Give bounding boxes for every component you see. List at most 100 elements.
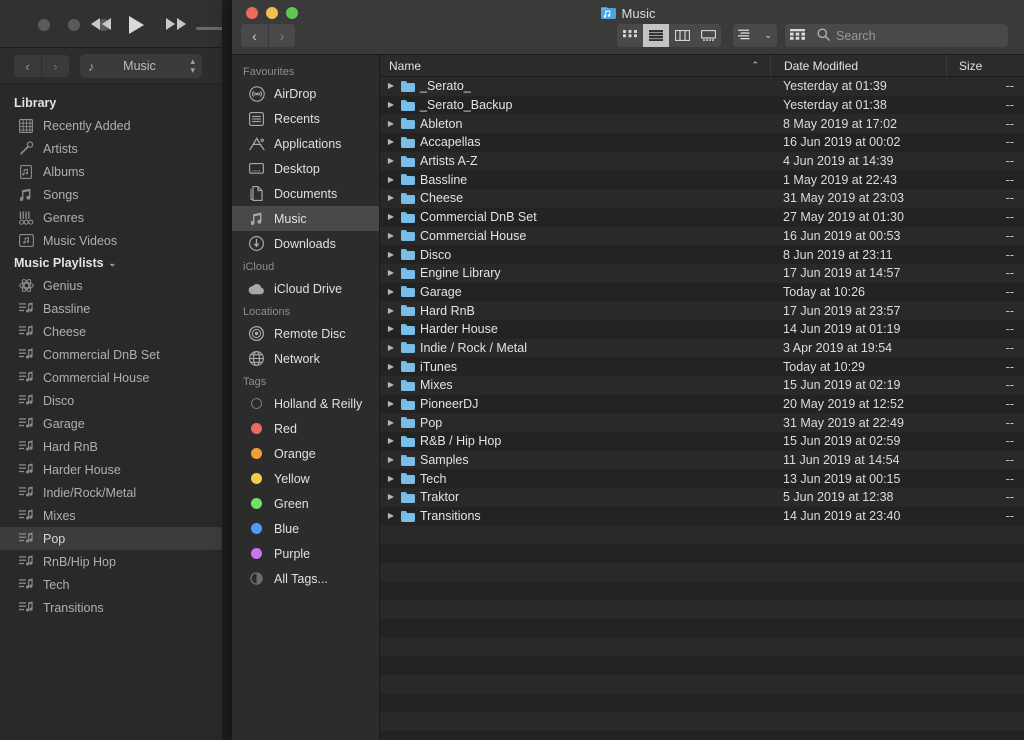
volume-slider[interactable]	[196, 27, 222, 30]
music-sidebar-item-disco[interactable]: Disco	[0, 389, 222, 412]
music-back-button[interactable]: ‹	[14, 55, 41, 77]
music-sidebar-item-genius[interactable]: Genius	[0, 274, 222, 297]
music-sidebar-item-songs[interactable]: Songs	[0, 183, 222, 206]
disclosure-triangle-icon[interactable]: ▶	[386, 344, 396, 352]
previous-track-button[interactable]	[88, 14, 114, 39]
table-row[interactable]: ▶Transitions14 Jun 2019 at 23:40--	[380, 507, 1024, 526]
finder-sidebar-item-orange[interactable]: Orange	[232, 441, 379, 466]
table-row[interactable]: ▶Tech13 Jun 2019 at 00:15--	[380, 469, 1024, 488]
finder-sidebar-item-music[interactable]: Music	[232, 206, 379, 231]
finder-sidebar-item-network[interactable]: Network	[232, 346, 379, 371]
music-section-header-music-playlists[interactable]: Music Playlists⌄	[0, 252, 222, 274]
finder-sidebar-item-yellow[interactable]: Yellow	[232, 466, 379, 491]
column-header-date-modified[interactable]: Date Modified	[770, 55, 946, 77]
disclosure-triangle-icon[interactable]: ▶	[386, 419, 396, 427]
chevron-down-icon[interactable]: ⌄	[109, 258, 117, 269]
music-sidebar-item-cheese[interactable]: Cheese	[0, 320, 222, 343]
group-by-button[interactable]: ⌄	[733, 24, 777, 47]
disclosure-triangle-icon[interactable]: ▶	[386, 232, 396, 240]
music-sidebar-item-recently-added[interactable]: Recently Added	[0, 114, 222, 137]
column-view-button[interactable]	[669, 24, 695, 47]
gallery-view-button[interactable]	[695, 24, 721, 47]
table-row[interactable]: ▶Accapellas16 Jun 2019 at 00:02--	[380, 133, 1024, 152]
disclosure-triangle-icon[interactable]: ▶	[386, 493, 396, 501]
disclosure-triangle-icon[interactable]: ▶	[386, 400, 396, 408]
table-row[interactable]: ▶Disco8 Jun 2019 at 23:11--	[380, 245, 1024, 264]
music-library-popup[interactable]: ♪ Music ▴▾	[80, 54, 202, 78]
icon-view-button[interactable]	[617, 24, 643, 47]
table-row[interactable]: ▶Bassline1 May 2019 at 22:43--	[380, 170, 1024, 189]
table-row[interactable]: ▶Artists A-Z4 Jun 2019 at 14:39--	[380, 152, 1024, 171]
disclosure-triangle-icon[interactable]: ▶	[386, 325, 396, 333]
view-mode-segmented-control[interactable]	[617, 24, 721, 47]
table-row[interactable]: ▶PioneerDJ20 May 2019 at 12:52--	[380, 395, 1024, 414]
music-sidebar-item-mixes[interactable]: Mixes	[0, 504, 222, 527]
disclosure-triangle-icon[interactable]: ▶	[386, 512, 396, 520]
column-header-name[interactable]: Name ⌃	[380, 59, 770, 73]
table-row[interactable]: ▶GarageToday at 10:26--	[380, 283, 1024, 302]
finder-sidebar-item-purple[interactable]: Purple	[232, 541, 379, 566]
disclosure-triangle-icon[interactable]: ▶	[386, 213, 396, 221]
table-row[interactable]: ▶Indie / Rock / Metal3 Apr 2019 at 19:54…	[380, 339, 1024, 358]
table-row[interactable]: ▶R&B / Hip Hop15 Jun 2019 at 02:59--	[380, 432, 1024, 451]
disclosure-triangle-icon[interactable]: ▶	[386, 251, 396, 259]
column-header-size[interactable]: Size	[946, 55, 1024, 77]
music-sidebar-item-commercial-dnb-set[interactable]: Commercial DnB Set	[0, 343, 222, 366]
disclosure-triangle-icon[interactable]: ▶	[386, 269, 396, 277]
finder-back-button[interactable]: ‹	[241, 24, 268, 47]
disclosure-triangle-icon[interactable]: ▶	[386, 475, 396, 483]
table-row[interactable]: ▶Hard RnB17 Jun 2019 at 23:57--	[380, 301, 1024, 320]
table-row[interactable]: ▶Ableton8 May 2019 at 17:02--	[380, 114, 1024, 133]
disclosure-triangle-icon[interactable]: ▶	[386, 437, 396, 445]
table-row[interactable]: ▶Mixes15 Jun 2019 at 02:19--	[380, 376, 1024, 395]
music-sidebar-item-bassline[interactable]: Bassline	[0, 297, 222, 320]
table-row[interactable]: ▶Commercial House16 Jun 2019 at 00:53--	[380, 227, 1024, 246]
disclosure-triangle-icon[interactable]: ▶	[386, 194, 396, 202]
table-row[interactable]: ▶_Serato_BackupYesterday at 01:38--	[380, 96, 1024, 115]
music-forward-button[interactable]: ›	[42, 55, 69, 77]
music-sidebar-item-music-videos[interactable]: Music Videos	[0, 229, 222, 252]
disclosure-triangle-icon[interactable]: ▶	[386, 456, 396, 464]
music-sidebar-item-harder-house[interactable]: Harder House	[0, 458, 222, 481]
table-row[interactable]: ▶Pop31 May 2019 at 22:49--	[380, 413, 1024, 432]
music-close-button[interactable]	[38, 19, 50, 31]
finder-sidebar-item-blue[interactable]: Blue	[232, 516, 379, 541]
table-row[interactable]: ▶Traktor5 Jun 2019 at 12:38--	[380, 488, 1024, 507]
finder-sidebar-item-red[interactable]: Red	[232, 416, 379, 441]
finder-sidebar-item-desktop[interactable]: Desktop	[232, 156, 379, 181]
disclosure-triangle-icon[interactable]: ▶	[386, 307, 396, 315]
music-sidebar-item-albums[interactable]: Albums	[0, 160, 222, 183]
search-input[interactable]: Search	[808, 24, 1008, 47]
disclosure-triangle-icon[interactable]: ▶	[386, 176, 396, 184]
disclosure-triangle-icon[interactable]: ▶	[386, 138, 396, 146]
finder-sidebar-item-airdrop[interactable]: AirDrop	[232, 81, 379, 106]
disclosure-triangle-icon[interactable]: ▶	[386, 288, 396, 296]
table-row[interactable]: ▶Commercial DnB Set27 May 2019 at 01:30-…	[380, 208, 1024, 227]
disclosure-triangle-icon[interactable]: ▶	[386, 363, 396, 371]
table-row[interactable]: ▶iTunesToday at 10:29--	[380, 357, 1024, 376]
table-row[interactable]: ▶_Serato_Yesterday at 01:39--	[380, 77, 1024, 96]
finder-sidebar-item-icloud-drive[interactable]: iCloud Drive	[232, 276, 379, 301]
music-sidebar-item-artists[interactable]: Artists	[0, 137, 222, 160]
finder-sidebar-item-holland-reilly[interactable]: Holland & Reilly	[232, 391, 379, 416]
music-sidebar-item-rnb-hip-hop[interactable]: RnB/Hip Hop	[0, 550, 222, 573]
music-sidebar-item-indie-rock-metal[interactable]: Indie/Rock/Metal	[0, 481, 222, 504]
music-sidebar-item-pop[interactable]: Pop	[0, 527, 222, 550]
table-row[interactable]: ▶Engine Library17 Jun 2019 at 14:57--	[380, 264, 1024, 283]
finder-sidebar-item-recents[interactable]: Recents	[232, 106, 379, 131]
finder-sidebar-item-documents[interactable]: Documents	[232, 181, 379, 206]
table-row[interactable]: ▶Samples11 Jun 2019 at 14:54--	[380, 451, 1024, 470]
finder-forward-button[interactable]: ›	[268, 24, 295, 47]
finder-sidebar-item-green[interactable]: Green	[232, 491, 379, 516]
music-minimize-button[interactable]	[68, 19, 80, 31]
finder-sidebar-item-remote-disc[interactable]: Remote Disc	[232, 321, 379, 346]
disclosure-triangle-icon[interactable]: ▶	[386, 381, 396, 389]
disclosure-triangle-icon[interactable]: ▶	[386, 120, 396, 128]
music-sidebar-item-commercial-house[interactable]: Commercial House	[0, 366, 222, 389]
music-sidebar-item-tech[interactable]: Tech	[0, 573, 222, 596]
music-sidebar-item-hard-rnb[interactable]: Hard RnB	[0, 435, 222, 458]
play-button[interactable]	[124, 14, 146, 41]
table-row[interactable]: ▶Cheese31 May 2019 at 23:03--	[380, 189, 1024, 208]
finder-sidebar-item-applications[interactable]: Applications	[232, 131, 379, 156]
disclosure-triangle-icon[interactable]: ▶	[386, 101, 396, 109]
